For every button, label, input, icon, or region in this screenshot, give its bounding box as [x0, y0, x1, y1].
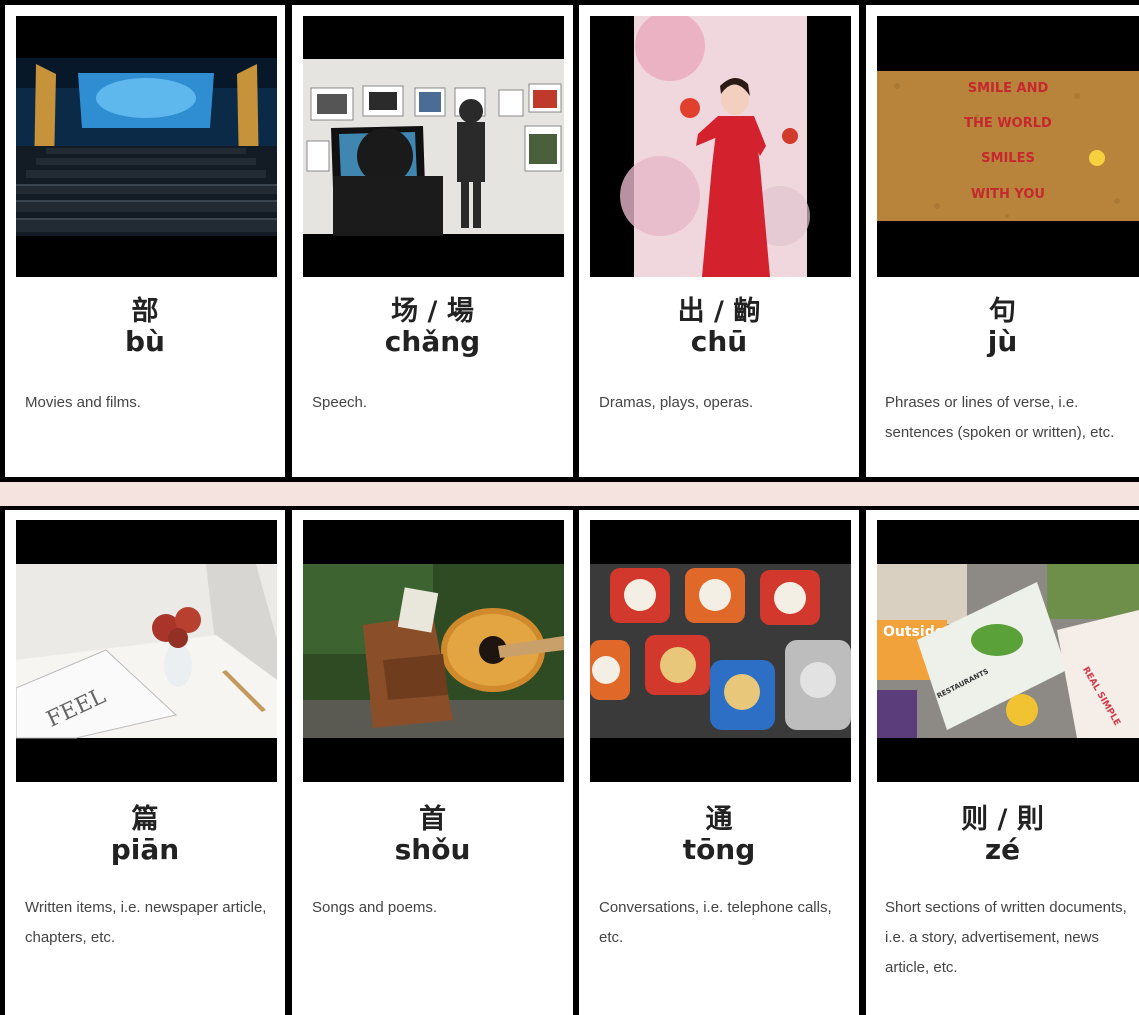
classifier-card-chu[interactable]: 出 / 齣 chū Dramas, plays, operas. [579, 5, 859, 477]
description: Movies and films. [25, 394, 141, 411]
hanzi: 出 / 齣 [677, 296, 761, 327]
tile-line-3: SMILES [981, 151, 1035, 166]
classifier-card-shou[interactable]: 首 shǒu Songs and poems. [292, 510, 573, 1015]
pinyin: shǒu [394, 833, 471, 866]
movie-theater-photo [16, 16, 277, 277]
hanzi: 首 [419, 804, 446, 835]
pinyin: chū [690, 325, 748, 358]
hanzi: 篇 [131, 804, 159, 835]
description: Dramas, plays, operas. [599, 394, 754, 411]
hanzi: 部 [131, 296, 159, 327]
pinyin: jù [987, 325, 1018, 358]
card-row-2: FEEL 篇 piān Written items, i.e. newspape… [0, 506, 1139, 1015]
woman-in-red-dress-photo [590, 16, 851, 277]
scrabble-tiles-photo: SMILE AND THE WORLD SMILES WITH YOU [877, 16, 1139, 277]
classifier-card-ze[interactable]: Outside RESTAURANTS REAL SIMPLE 则 / 則 zé… [866, 510, 1139, 1015]
description: Short sections of written documents, i.e… [885, 899, 1127, 976]
classifier-card-bu[interactable]: 部 bù Movies and films. [5, 5, 285, 477]
hanzi: 则 / 則 [961, 804, 1044, 835]
rotary-telephones-photo [590, 520, 851, 782]
classifier-card-tong[interactable]: 通 tōng Conversations, i.e. telephone cal… [579, 510, 859, 1015]
card-row-1: 部 bù Movies and films. 场 / 場 chǎng Speec… [0, 0, 1139, 482]
guitar-and-backpack-photo [303, 520, 564, 782]
description: Conversations, i.e. telephone calls, etc… [599, 899, 832, 946]
hanzi: 通 [705, 804, 733, 835]
description: Written items, i.e. newspaper article, c… [25, 899, 267, 946]
description: Songs and poems. [312, 899, 438, 916]
description: Phrases or lines of verse, i.e. sentence… [885, 394, 1115, 441]
tile-line-2: THE WORLD [964, 116, 1052, 131]
pinyin: chǎng [384, 325, 481, 358]
magazine-and-flowers-photo: FEEL [16, 520, 277, 782]
tile-line-4: WITH YOU [971, 187, 1045, 202]
pinyin: bù [125, 325, 165, 358]
classifier-card-ju[interactable]: SMILE AND THE WORLD SMILES WITH YOU 句 jù… [866, 5, 1139, 477]
pinyin: tōng [682, 833, 756, 866]
hanzi: 场 / 場 [391, 296, 474, 327]
tile-line-1: SMILE AND [968, 81, 1049, 96]
pile-of-magazines-photo: Outside RESTAURANTS REAL SIMPLE [877, 520, 1139, 782]
classifier-card-pian[interactable]: FEEL 篇 piān Written items, i.e. newspape… [5, 510, 285, 1015]
smiley-icon [1089, 150, 1105, 166]
classifier-card-chang[interactable]: 场 / 場 chǎng Speech. [292, 5, 573, 477]
pinyin: zé [984, 833, 1021, 866]
row-separator-band [0, 482, 1139, 506]
hanzi: 句 [989, 296, 1016, 327]
speaker-at-gallery-photo [303, 16, 564, 277]
pinyin: piān [110, 833, 180, 866]
description: Speech. [312, 394, 368, 411]
